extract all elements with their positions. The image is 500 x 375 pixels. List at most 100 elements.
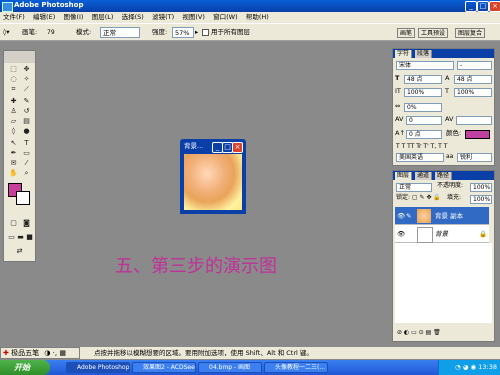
tab-paragraph[interactable]: 段落: [415, 50, 433, 58]
tab-brushes[interactable]: 画笔: [397, 28, 416, 38]
leading-input[interactable]: 48 点: [454, 75, 492, 84]
menu-edit[interactable]: 编辑(E): [30, 12, 58, 23]
strength-input[interactable]: 57%: [172, 27, 194, 38]
menu-window[interactable]: 窗口(W): [210, 12, 241, 23]
all-layers-checkbox[interactable]: [202, 29, 209, 36]
font-size-input[interactable]: 48 点: [404, 75, 442, 84]
standard-mode-icon[interactable]: ▢: [8, 219, 19, 228]
notes-tool-icon[interactable]: ✉: [8, 159, 19, 168]
text-style-buttons[interactable]: T T TT Tr T' T, T T: [396, 141, 447, 152]
crop-tool-icon[interactable]: ⌗: [8, 85, 19, 94]
path-select-icon[interactable]: ↖: [8, 139, 19, 148]
gradient-tool-icon[interactable]: ▤: [21, 117, 32, 126]
doc-close-button[interactable]: ×: [232, 142, 243, 153]
blend-mode-select[interactable]: 正常: [396, 183, 432, 192]
leading-icon: A: [445, 74, 450, 82]
ime-mode-icons[interactable]: ◑ ·, ▦: [41, 349, 66, 357]
task-acdsee[interactable]: 效果图2 - ACDSee...: [132, 362, 196, 373]
eye-icon[interactable]: 👁: [397, 225, 405, 243]
menu-layer[interactable]: 图层(L): [89, 12, 117, 23]
task-photoshop[interactable]: Adobe Photoshop: [66, 362, 130, 373]
status-bar: 点按并拖移以模糊想要的区域。要用附加选项，使用 Shift、Alt 和 Ctrl…: [80, 347, 500, 359]
brush-tool-icon[interactable]: ✎: [21, 97, 32, 106]
slice-tool-icon[interactable]: ⟋: [21, 85, 32, 94]
pen-tool-icon[interactable]: ✒: [8, 149, 19, 158]
menu-view[interactable]: 视图(V): [179, 12, 208, 23]
strength-arrow-icon[interactable]: ▸: [195, 27, 198, 38]
anti-alias-select[interactable]: 锐利: [457, 153, 492, 162]
opacity-input[interactable]: 100%: [470, 183, 492, 192]
history-brush-icon[interactable]: ↺: [21, 107, 32, 116]
eyedropper-icon[interactable]: ⁄: [21, 159, 32, 168]
screen-mode-3-icon[interactable]: ■: [24, 233, 35, 242]
task-tutorial[interactable]: 头像教程一二三(...: [264, 362, 328, 373]
close-button[interactable]: ×: [489, 1, 500, 12]
document-canvas-image[interactable]: [184, 154, 242, 210]
toolbox: ⬚ ✥ ◌ ✧ ⌗ ⟋ ✚ ✎ ♙ ↺ ▱ ▤ ◊ ● ↖ T ✒ ▭ ✉ ⁄ …: [3, 50, 36, 262]
baseline-shift-input[interactable]: 0 点: [406, 130, 442, 139]
horizontal-scale-input[interactable]: 100%: [454, 88, 492, 97]
photoshop-app-icon: [2, 2, 13, 12]
imageready-icon[interactable]: ⇄: [14, 247, 25, 256]
shape-tool-icon[interactable]: ▭: [21, 149, 32, 158]
layer-bottom-buttons[interactable]: ⊘ ◐ ▭ ⊙ ▤ 🗑: [397, 327, 441, 338]
language-select[interactable]: 美国英语: [396, 153, 444, 162]
clone-stamp-icon[interactable]: ♙: [8, 107, 19, 116]
mode-select[interactable]: 正常: [100, 27, 140, 38]
lasso-tool-icon[interactable]: ◌: [8, 75, 19, 84]
hand-tool-icon[interactable]: ✋: [8, 169, 19, 178]
blur-tool-icon-box[interactable]: ◊: [8, 127, 19, 136]
magic-wand-icon[interactable]: ✧: [21, 75, 32, 84]
quick-mask-icon[interactable]: ◙: [21, 219, 32, 228]
zoom-tool-icon[interactable]: ⌕: [21, 169, 32, 178]
toolbox-header: [4, 51, 35, 63]
brush-link-icon: ✎: [406, 212, 412, 220]
blur-tool-icon[interactable]: ◊▾: [3, 27, 9, 38]
tab-tool-presets[interactable]: 工具预设: [418, 28, 449, 38]
kerning-input[interactable]: 0: [406, 116, 442, 125]
type-tool-icon[interactable]: T: [21, 139, 32, 148]
minimize-button[interactable]: _: [465, 1, 477, 12]
text-color-swatch[interactable]: [465, 130, 490, 139]
tab-layers[interactable]: 图层: [395, 172, 413, 180]
layer-row-background[interactable]: 👁 背景 🔒: [395, 225, 489, 243]
tracking-av-input[interactable]: [456, 116, 492, 125]
layer-thumbnail: [417, 209, 431, 223]
menu-file[interactable]: 文件(F): [0, 12, 28, 23]
ime-label: 极品五笔: [11, 349, 40, 357]
font-style-select[interactable]: -: [457, 61, 492, 70]
marquee-tool-icon[interactable]: ⬚: [8, 65, 19, 74]
move-tool-icon[interactable]: ✥: [21, 65, 32, 74]
menu-image[interactable]: 图像(I): [60, 12, 86, 23]
document-window[interactable]: 背景... _ □ ×: [180, 139, 246, 214]
eye-icon[interactable]: 👁: [397, 207, 405, 225]
kerning-icon: AV: [395, 115, 404, 123]
fill-input[interactable]: 100%: [470, 195, 492, 204]
anti-alias-icon: aa: [446, 153, 454, 160]
vertical-scale-input[interactable]: 100%: [404, 88, 442, 97]
maximize-button[interactable]: □: [477, 1, 489, 12]
menu-filter[interactable]: 滤镜(T): [149, 12, 177, 23]
task-paint[interactable]: 04.bmp - 画图: [198, 362, 262, 373]
horizontal-scale-icon: T: [445, 87, 449, 95]
dodge-tool-icon[interactable]: ●: [21, 127, 32, 136]
all-layers-label: 用于所有图层: [211, 28, 250, 36]
tab-channels[interactable]: 通道: [415, 172, 433, 180]
healing-brush-icon[interactable]: ✚: [8, 97, 19, 106]
menu-help[interactable]: 帮助(H): [243, 12, 272, 23]
brush-size[interactable]: 79: [47, 27, 55, 38]
tracking-input[interactable]: 0%: [404, 103, 442, 112]
menu-select[interactable]: 选择(S): [119, 12, 147, 23]
font-family-select[interactable]: 宋体: [396, 61, 454, 70]
tab-paths[interactable]: 路径: [435, 172, 453, 180]
layer-row-background-copy[interactable]: 👁 ✎ 背景 副本: [395, 207, 489, 225]
tab-character[interactable]: 字符: [395, 50, 413, 58]
start-button[interactable]: 开始: [0, 360, 50, 375]
lock-icons[interactable]: 锁定: ▢ ✎ ✥ 🔒: [396, 192, 441, 203]
ime-bar[interactable]: ✚ 极品五笔 ◑ ·, ▦: [0, 347, 80, 359]
background-color-swatch[interactable]: [16, 191, 30, 205]
eraser-tool-icon[interactable]: ▱: [8, 117, 19, 126]
color-label: 颜色:: [446, 129, 462, 137]
tab-layer-comps[interactable]: 图层复合: [455, 28, 486, 38]
tray-icons[interactable]: ◔ ◕ ◉: [455, 363, 478, 371]
